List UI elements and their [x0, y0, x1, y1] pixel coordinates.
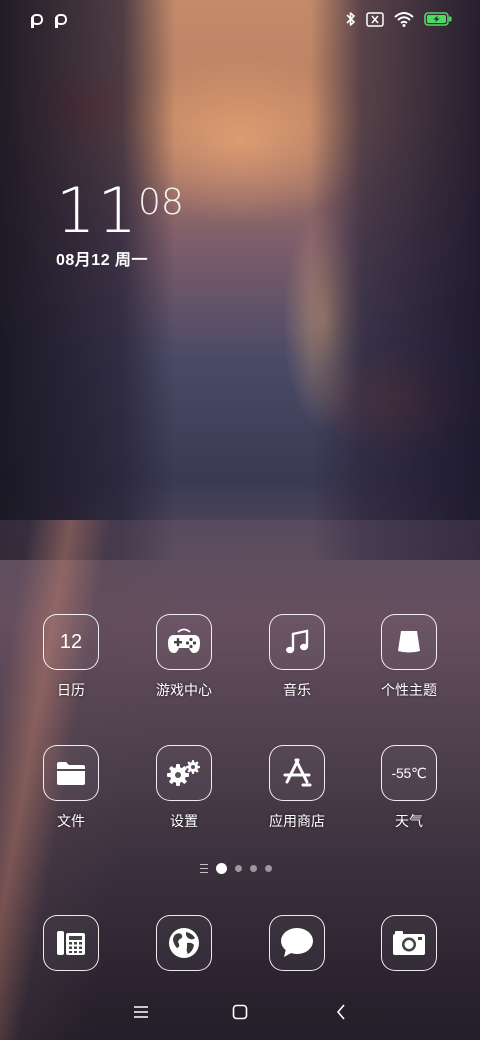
clock-hour: 11	[56, 174, 139, 247]
clock-minute: 08	[138, 182, 184, 223]
wallpaper-right-buildings	[310, 0, 480, 560]
menu-icon[interactable]	[129, 1002, 153, 1022]
clock-widget[interactable]: 11 08	[56, 174, 184, 247]
battery-charging-icon	[424, 12, 452, 26]
page-dot-active[interactable]	[216, 863, 227, 874]
calendar-icon: 12	[43, 614, 99, 670]
gear-icon	[156, 745, 212, 801]
no-sim-icon	[366, 11, 384, 27]
page-dot[interactable]	[250, 865, 257, 872]
browser-globe-icon	[156, 915, 212, 971]
dock-messages[interactable]	[252, 915, 342, 971]
camera-icon	[381, 915, 437, 971]
bluetooth-icon	[346, 12, 355, 26]
app-store-icon	[269, 745, 325, 801]
theme-icon	[381, 614, 437, 670]
p-notification-icon	[30, 13, 44, 29]
app-label: 天气	[395, 813, 423, 829]
navigation-bar	[0, 990, 480, 1034]
page-dot[interactable]	[265, 865, 272, 872]
phone-icon	[43, 915, 99, 971]
dock-phone[interactable]	[26, 915, 116, 971]
app-calendar[interactable]: 12 日历	[26, 614, 116, 700]
app-label: 个性主题	[381, 682, 437, 698]
page-dot[interactable]	[235, 865, 242, 872]
app-files[interactable]: 文件	[26, 745, 116, 831]
messages-icon	[269, 915, 325, 971]
gamepad-icon	[156, 614, 212, 670]
weather-icon: -55℃	[381, 745, 437, 801]
app-label: 日历	[57, 682, 85, 698]
app-label: 游戏中心	[156, 682, 212, 698]
wallpaper-left-buildings	[0, 0, 175, 560]
dock-browser[interactable]	[139, 915, 229, 971]
app-settings[interactable]: 设置	[139, 745, 229, 831]
app-label: 文件	[57, 813, 85, 829]
app-music[interactable]: 音乐	[252, 614, 342, 700]
wifi-icon	[394, 12, 414, 27]
page-indicator[interactable]	[200, 863, 272, 874]
app-label: 应用商店	[269, 813, 325, 829]
list-view-icon[interactable]	[200, 864, 208, 873]
date-label: 08月12 周一	[56, 252, 149, 269]
back-icon[interactable]	[329, 1002, 353, 1022]
app-store[interactable]: 应用商店	[252, 745, 342, 831]
app-game-center[interactable]: 游戏中心	[139, 614, 229, 700]
folder-icon	[43, 745, 99, 801]
app-weather[interactable]: -55℃ 天气	[364, 745, 454, 831]
app-label: 设置	[170, 813, 198, 829]
app-themes[interactable]: 个性主题	[364, 614, 454, 700]
p-notification-icon	[54, 13, 68, 29]
home-icon[interactable]	[228, 1002, 252, 1022]
dock-camera[interactable]	[364, 915, 454, 971]
status-bar	[0, 0, 480, 44]
music-icon	[269, 614, 325, 670]
app-label: 音乐	[283, 682, 311, 698]
